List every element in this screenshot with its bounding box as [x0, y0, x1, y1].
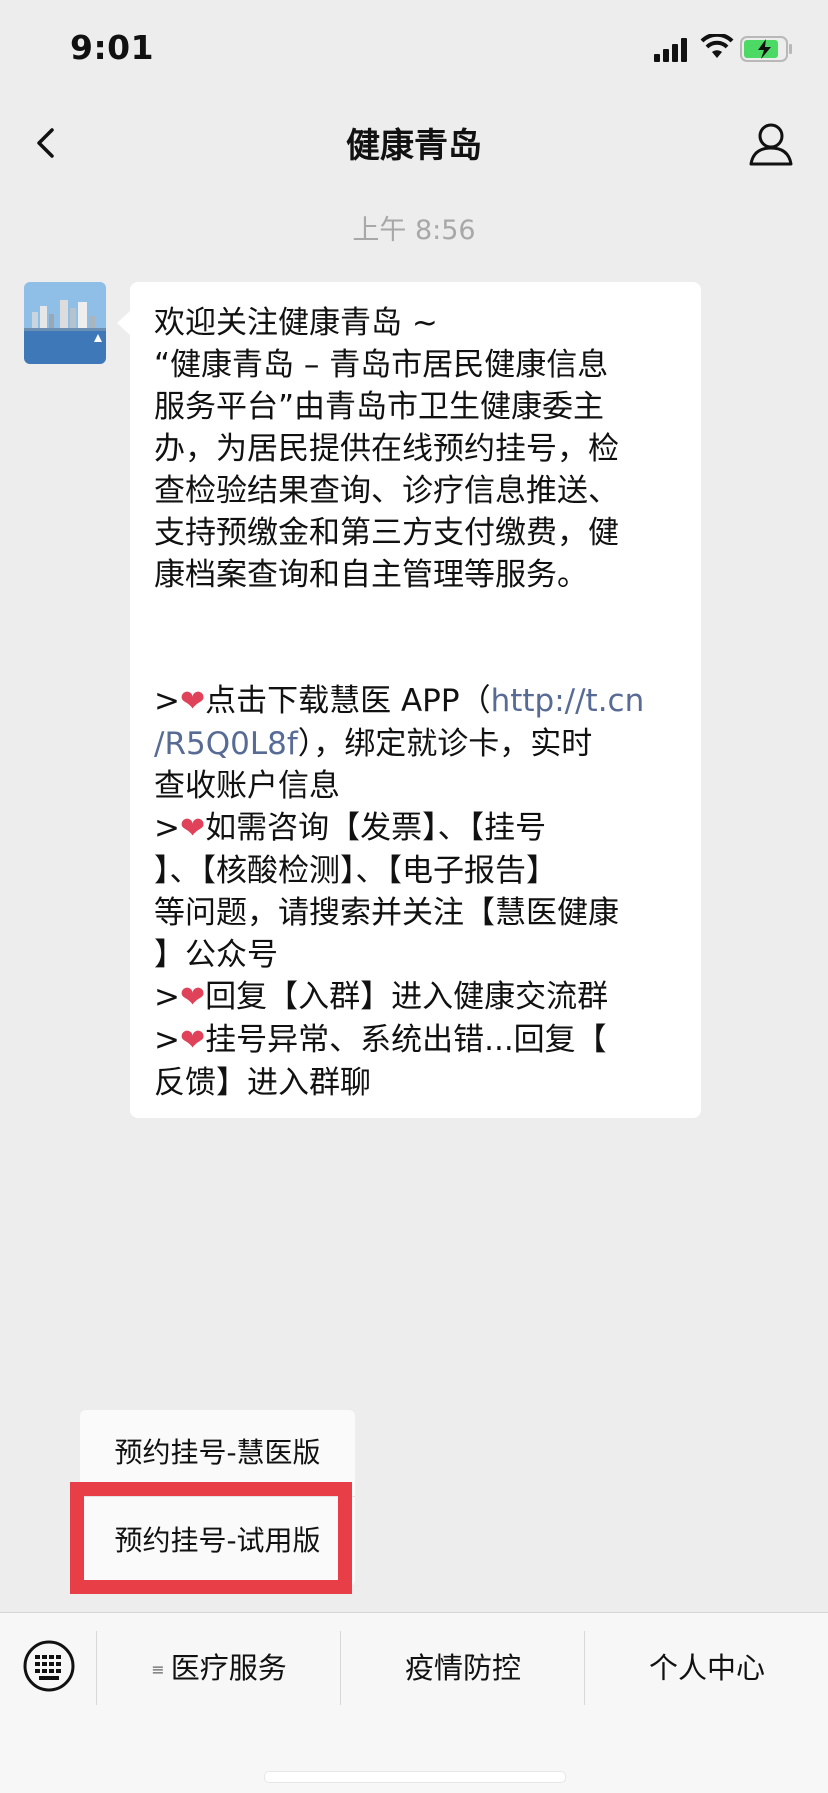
- menu-item-trial[interactable]: 预约挂号-试用版: [80, 1498, 355, 1584]
- message-line: 欢迎关注健康青岛 ~: [154, 305, 438, 341]
- menu-divider: [80, 1496, 355, 1497]
- message-timestamp: 上午 8:56: [352, 215, 476, 246]
- submenu-popup: 预约挂号-慧医版 预约挂号-试用版: [80, 1410, 355, 1586]
- item-text: 查收账户信息: [154, 768, 340, 804]
- menu-item-huiyi[interactable]: 预约挂号-慧医版: [80, 1410, 355, 1496]
- message-bubble: 欢迎关注健康青岛 ~ “健康青岛 – 青岛市居民健康信息 服务平台”由青岛市卫生…: [117, 282, 701, 1118]
- item-text: ），绑定就诊卡，实时: [297, 726, 593, 762]
- menu-tab-personal[interactable]: 个人中心: [586, 1613, 828, 1723]
- message-line: “健康青岛 – 青岛市居民健康信息: [154, 347, 609, 383]
- cellular-signal-icon: [654, 38, 687, 62]
- item-text: 回复【入群】进入健康交流群: [205, 979, 609, 1015]
- item-text: 如需咨询【发票】、【挂号: [205, 810, 547, 846]
- message-text: 欢迎关注健康青岛 ~ “健康青岛 – 青岛市居民健康信息 服务平台”由青岛市卫生…: [154, 302, 679, 1104]
- item-text: 】公众号: [154, 937, 278, 973]
- status-time: 9:01: [70, 28, 155, 67]
- item-prefix: >: [154, 810, 180, 846]
- person-icon[interactable]: [745, 118, 797, 170]
- battery-charging-icon: [740, 36, 792, 62]
- message-line: 支持预缴金和第三方支付缴费，健: [154, 515, 619, 551]
- heart-icon: ❤: [179, 1023, 206, 1058]
- message-line: 办，为居民提供在线预约挂号，检: [154, 431, 619, 467]
- keyboard-icon[interactable]: [22, 1639, 76, 1693]
- bottom-menu-bar: ≡ 医疗服务 疫情防控 个人中心: [0, 1612, 828, 1793]
- item-prefix: >: [154, 683, 180, 719]
- menu-tab-epidemic[interactable]: 疫情防控: [342, 1613, 584, 1723]
- submenu-list-icon: ≡: [151, 1660, 165, 1679]
- heart-icon: ❤: [179, 684, 206, 719]
- menu-tab-label: 医疗服务: [170, 1651, 287, 1685]
- item-prefix: >: [154, 1022, 180, 1058]
- download-link-cont[interactable]: /R5Q0L8f: [154, 726, 298, 762]
- menu-divider: [340, 1631, 341, 1705]
- item-text: 点击下载慧医 APP（: [205, 683, 491, 719]
- menu-divider: [584, 1631, 585, 1705]
- message-line: 康档案查询和自主管理等服务。: [154, 557, 588, 593]
- item-text: 等问题，请搜索并关注【慧医健康: [154, 895, 619, 931]
- item-text: 挂号异常、系统出错...回复【: [205, 1022, 607, 1058]
- home-indicator[interactable]: [264, 1771, 566, 1783]
- menu-divider: [96, 1631, 97, 1705]
- item-prefix: >: [154, 979, 180, 1015]
- page-title: 健康青岛: [346, 126, 482, 166]
- list-item: >❤如需咨询【发票】、【挂号: [154, 807, 679, 850]
- message-line: 查检验结果查询、诊疗信息推送、: [154, 473, 619, 509]
- account-avatar[interactable]: [24, 282, 106, 364]
- message-line: 服务平台”由青岛市卫生健康委主: [154, 389, 605, 425]
- list-item: >❤回复【入群】进入健康交流群: [154, 976, 679, 1019]
- heart-icon: ❤: [179, 811, 206, 846]
- list-item: >❤点击下载慧医 APP（http://t.cn: [154, 680, 679, 723]
- wifi-icon: [700, 34, 734, 58]
- list-item-cont: /R5Q0L8f），绑定就诊卡，实时: [154, 723, 679, 765]
- download-link[interactable]: http://t.cn: [491, 683, 645, 719]
- item-text: 】、【核酸检测】、【电子报告】: [154, 853, 557, 889]
- nav-bar: 健康青岛: [0, 100, 828, 190]
- item-text: 反馈】进入群聊: [154, 1065, 371, 1101]
- status-bar: 9:01: [0, 0, 828, 100]
- heart-icon: ❤: [179, 980, 206, 1015]
- menu-tab-medical[interactable]: ≡ 医疗服务: [98, 1613, 340, 1723]
- list-item: >❤挂号异常、系统出错...回复【: [154, 1019, 679, 1062]
